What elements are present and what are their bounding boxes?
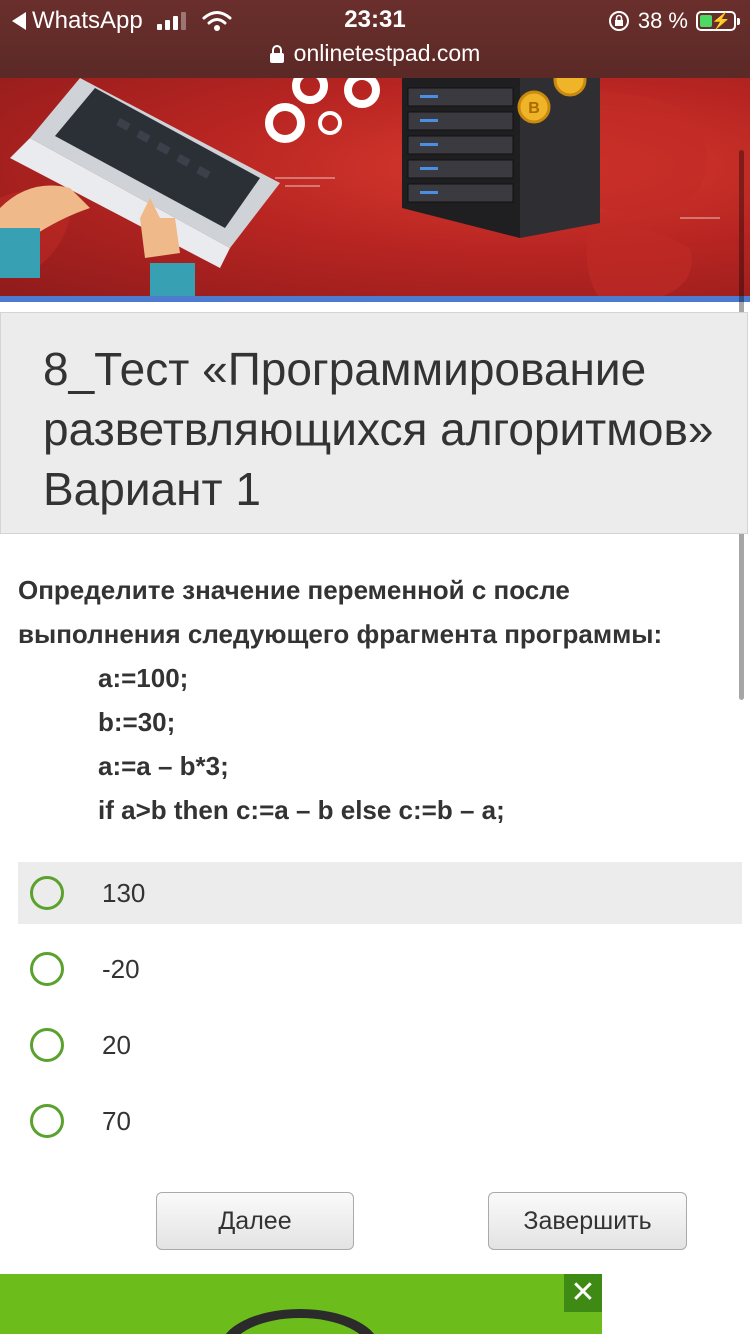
battery-percent: 38 %	[637, 8, 688, 33]
address-bar[interactable]: onlinetestpad.com	[0, 40, 750, 67]
answer-label: 70	[102, 1105, 131, 1136]
lock-icon	[269, 44, 284, 63]
status-bar: WhatsApp 23:31 38 % ⚡ onlinetestpad.com	[0, 0, 750, 78]
radio-button[interactable]	[30, 952, 64, 986]
back-to-app[interactable]: WhatsApp	[12, 6, 232, 36]
cellular-signal-icon	[156, 12, 186, 30]
ad-banner[interactable]	[0, 1274, 602, 1334]
back-arrow-icon	[12, 12, 26, 30]
answer-options: 130 -20 20 70	[18, 862, 742, 1159]
ad-close-button[interactable]: ✕	[564, 1274, 602, 1312]
banner-stripe	[0, 296, 750, 302]
answer-option[interactable]: 20	[18, 1007, 742, 1083]
finish-button[interactable]: Завершить	[488, 1192, 687, 1250]
back-app-label: WhatsApp	[32, 7, 143, 34]
code-line-4: if a>b then c:=a – b else c:=b – a;	[98, 795, 505, 825]
test-title-panel: 8_Тест «Программирование разветвляющихся…	[0, 312, 748, 534]
code-line-2: b:=30;	[98, 707, 176, 737]
ad-graphic	[225, 1309, 375, 1334]
battery-icon: ⚡	[696, 11, 740, 31]
orientation-lock-icon	[608, 11, 629, 31]
test-title: 8_Тест «Программирование разветвляющихся…	[43, 343, 714, 515]
question-text: Определите значение переменной с после в…	[18, 568, 738, 832]
code-line-1: a:=100;	[98, 663, 189, 693]
answer-label: 130	[102, 877, 146, 908]
radio-button[interactable]	[30, 876, 64, 910]
code-line-3: a:=a – b*3;	[98, 751, 229, 781]
question-line-1: Определите значение переменной с после	[18, 575, 570, 605]
answer-option[interactable]: 130	[18, 862, 742, 924]
header-banner: B	[0, 78, 750, 300]
radio-button[interactable]	[30, 1104, 64, 1138]
wifi-icon	[202, 11, 232, 31]
answer-label: 20	[102, 1029, 131, 1060]
answer-label: -20	[102, 953, 140, 984]
banner-illustration: B	[0, 78, 720, 300]
radio-button[interactable]	[30, 1028, 64, 1062]
next-button[interactable]: Далее	[156, 1192, 354, 1250]
url-text: onlinetestpad.com	[293, 40, 481, 66]
answer-option[interactable]: 70	[18, 1083, 742, 1159]
server-rack-illustration	[402, 78, 600, 238]
svg-text:B: B	[528, 100, 540, 117]
laptop-illustration	[0, 78, 280, 300]
answer-option[interactable]: -20	[18, 931, 742, 1007]
question-line-2: выполнения следующего фрагмента программ…	[18, 619, 663, 649]
status-right: 38 % ⚡	[608, 6, 740, 36]
